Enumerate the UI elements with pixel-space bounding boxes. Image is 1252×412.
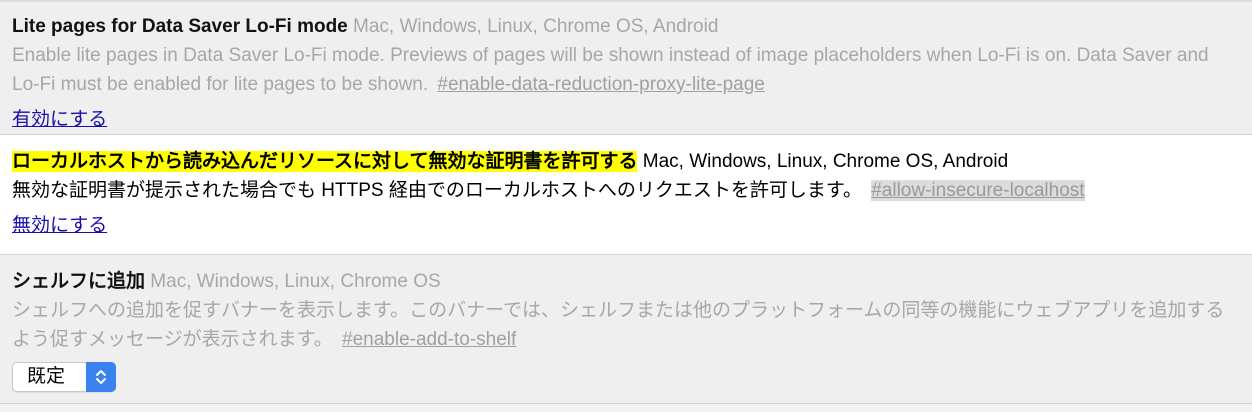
select-value: 既定 (27, 366, 66, 387)
experiment-description-block: Enable lite pages in Data Saver Lo-Fi mo… (12, 41, 1240, 99)
experiment-add-to-shelf: シェルフに追加 Mac, Windows, Linux, Chrome OS シ… (0, 255, 1252, 404)
experiment-allow-insecure-localhost: ローカルホストから読み込んだリソースに対して無効な証明書を許可する Mac, W… (0, 135, 1252, 255)
experiment-permalink[interactable]: #enable-data-reduction-proxy-lite-page (437, 74, 764, 95)
disable-link[interactable]: 無効にする (12, 211, 107, 240)
option-select[interactable]: 既定 (12, 362, 116, 392)
enable-link[interactable]: 有効にする (12, 105, 107, 134)
experiment-header: Lite pages for Data Saver Lo-Fi mode Mac… (12, 12, 1240, 41)
experiment-permalink[interactable]: #enable-add-to-shelf (342, 329, 516, 350)
experiment-description: シェルフへの追加を促すバナーを表示します。このバナーでは、シェルフまたは他のプラ… (12, 300, 1225, 350)
experiment-description-block: 無効な証明書が提示された場合でも HTTPS 経由でのローカルホストへのリクエス… (12, 176, 1240, 205)
experiment-header: ローカルホストから読み込んだリソースに対して無効な証明書を許可する Mac, W… (12, 147, 1240, 176)
experiment-platforms: Mac, Windows, Linux, Chrome OS, Android (642, 151, 1009, 172)
experiment-description-block: シェルフへの追加を促すバナーを表示します。このバナーでは、シェルフまたは他のプラ… (12, 296, 1240, 354)
experiment-description: 無効な証明書が提示された場合でも HTTPS 経由でのローカルホストへのリクエス… (12, 180, 862, 201)
experiment-platforms: Mac, Windows, Linux, Chrome OS (150, 271, 441, 292)
experiment-permalink[interactable]: #allow-insecure-localhost (871, 180, 1085, 201)
experiment-name: シェルフに追加 (12, 271, 146, 292)
experiment-lite-pages: Lite pages for Data Saver Lo-Fi mode Mac… (0, 2, 1252, 135)
experiment-platforms: Mac, Windows, Linux, Chrome OS, Android (353, 16, 719, 37)
experiment-header: シェルフに追加 Mac, Windows, Linux, Chrome OS (12, 267, 1240, 296)
experiment-name: ローカルホストから読み込んだリソースに対して無効な証明書を許可する (12, 151, 638, 172)
updown-chevron-icon (86, 362, 116, 392)
experiment-name: Lite pages for Data Saver Lo-Fi mode (12, 16, 348, 37)
